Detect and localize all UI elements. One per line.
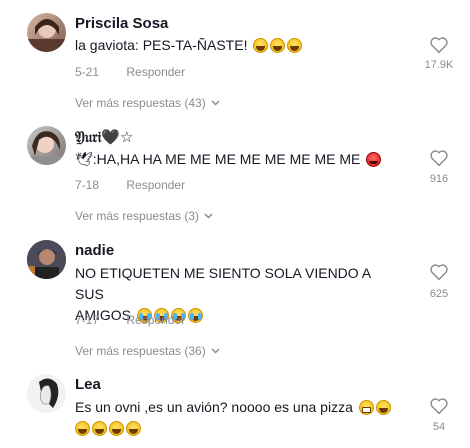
comment-text: Es un ovni ,es un avión? noooo es una pi… bbox=[75, 397, 395, 439]
like-count: 916 bbox=[429, 173, 449, 185]
like-count: 17.9K bbox=[424, 59, 454, 71]
comment-meta: 7-18 Responder bbox=[75, 178, 185, 192]
laughing-emoji bbox=[75, 421, 90, 436]
comment-text-body: 🕊:HA,HA HA ME ME ME ME ME ME ME ME bbox=[75, 151, 361, 167]
view-more-replies[interactable]: Ver más respuestas (43) bbox=[75, 96, 220, 110]
comment-date: 7-17 bbox=[75, 313, 100, 327]
view-more-replies[interactable]: Ver más respuestas (3) bbox=[75, 209, 213, 223]
view-more-replies-label: Ver más respuestas (3) bbox=[75, 209, 200, 223]
reply-button[interactable]: Responder bbox=[126, 65, 185, 79]
chevron-down-icon bbox=[211, 100, 220, 106]
comment-text: la gaviota: PES-TA-ÑASTE! bbox=[75, 35, 395, 56]
like-count: 625 bbox=[429, 288, 449, 300]
devil-emoji bbox=[366, 152, 382, 167]
grimacing-emoji bbox=[358, 400, 374, 415]
laughing-emoji bbox=[253, 38, 269, 53]
laughing-emoji bbox=[109, 421, 124, 436]
comment-meta: 7-17 Responder bbox=[75, 313, 185, 327]
comment-username[interactable]: Lea bbox=[75, 376, 101, 393]
avatar-image bbox=[27, 374, 66, 413]
comment-text-line1: NO ETIQUETEN ME SIENTO SOLA VIENDO A SUS bbox=[75, 265, 371, 302]
avatar-image bbox=[27, 131, 66, 165]
avatar-image bbox=[27, 19, 66, 52]
view-more-replies[interactable]: Ver más respuestas (36) bbox=[75, 344, 220, 358]
view-more-replies-label: Ver más respuestas (36) bbox=[75, 344, 206, 358]
avatar[interactable] bbox=[27, 374, 66, 413]
comment-username[interactable]: Priscila Sosa bbox=[75, 15, 168, 32]
laughing-emoji bbox=[92, 421, 107, 436]
view-more-replies-label: Ver más respuestas (43) bbox=[75, 96, 206, 110]
like-count: 54 bbox=[432, 421, 446, 433]
comment-date: 7-18 bbox=[75, 178, 100, 192]
heart-icon[interactable] bbox=[429, 263, 449, 281]
comment-text-body: la gaviota: PES-TA-ÑASTE! bbox=[75, 37, 248, 53]
laughing-emoji bbox=[126, 421, 141, 436]
comment-date: 5-21 bbox=[75, 65, 100, 79]
comment-text-body: Es un ovni ,es un avión? noooo es una pi… bbox=[75, 399, 353, 415]
comment-text: 🕊:HA,HA HA ME ME ME ME ME ME ME ME bbox=[75, 149, 395, 170]
comment-username[interactable]: nadie bbox=[75, 242, 114, 259]
avatar-image bbox=[27, 240, 66, 279]
heart-icon[interactable] bbox=[429, 36, 449, 54]
reply-button[interactable]: Responder bbox=[126, 313, 185, 327]
laughing-emoji bbox=[375, 400, 391, 415]
crying-emoji bbox=[187, 308, 203, 323]
comment-username[interactable]: 𝔜𝔲𝔯𝔦🖤☆ bbox=[75, 128, 134, 146]
laughing-emoji bbox=[287, 38, 303, 53]
avatar[interactable] bbox=[27, 13, 66, 52]
avatar[interactable] bbox=[27, 240, 66, 279]
chevron-down-icon bbox=[204, 213, 213, 219]
reply-button[interactable]: Responder bbox=[126, 178, 185, 192]
comment-meta: 5-21 Responder bbox=[75, 65, 185, 79]
avatar[interactable] bbox=[27, 126, 66, 165]
heart-icon[interactable] bbox=[429, 397, 449, 415]
heart-icon[interactable] bbox=[429, 149, 449, 167]
laughing-emoji bbox=[270, 38, 286, 53]
chevron-down-icon bbox=[211, 348, 220, 354]
